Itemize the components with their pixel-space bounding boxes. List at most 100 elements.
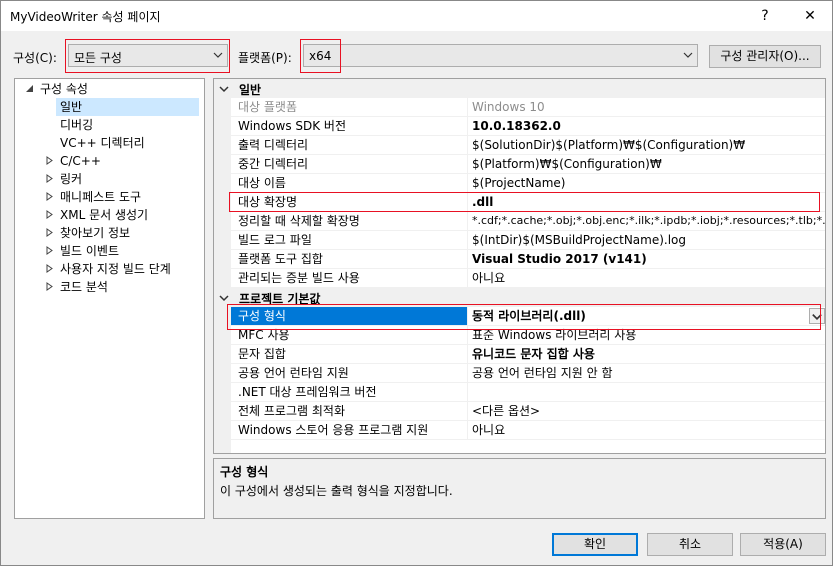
property-name: Windows SDK 버전 — [231, 117, 468, 135]
property-value: 동적 라이브러리(.dll) — [472, 309, 586, 323]
property-pages-dialog: MyVideoWriter 속성 페이지 ? ✕ 구성(C): 모든 구성 플랫… — [0, 0, 833, 566]
description-title: 구성 형식 — [220, 465, 269, 479]
tree-item-xml-doc-generator[interactable]: XML 문서 생성기 — [42, 206, 197, 224]
tree-item-label: 디버깅 — [60, 118, 94, 132]
tree-item-label: 일반 — [60, 100, 83, 114]
property-name: Windows 스토어 응용 프로그램 지원 — [231, 421, 468, 439]
chevron-down-icon — [213, 52, 223, 58]
grid-gutter — [214, 79, 231, 453]
tree-item-code-analysis[interactable]: 코드 분석 — [42, 278, 197, 296]
property-name: 플랫폼 도구 집합 — [231, 250, 468, 268]
property-name: 정리할 때 삭제할 확장명 — [231, 212, 468, 230]
category-title: 프로젝트 기본값 — [239, 292, 321, 306]
property-value: $(Platform)₩$(Configuration)₩ — [472, 157, 662, 171]
tree-item-build-events[interactable]: 빌드 이벤트 — [42, 242, 197, 260]
property-value: 아니요 — [472, 271, 506, 285]
chevron-down-icon[interactable] — [219, 293, 229, 303]
apply-button[interactable]: 적용(A) — [740, 533, 826, 556]
property-value: 10.0.18362.0 — [472, 119, 561, 133]
chevron-down-icon — [683, 52, 693, 58]
property-value: 표준 Windows 라이브러리 사용 — [472, 328, 637, 342]
tree-item-label: 링커 — [60, 172, 83, 186]
dropdown-button[interactable] — [809, 308, 825, 324]
property-row-target-extension[interactable]: 대상 확장명 .dll — [231, 193, 825, 212]
property-row[interactable]: 대상 플랫폼 Windows 10 — [231, 98, 825, 117]
property-value: Windows 10 — [472, 100, 545, 114]
property-row[interactable]: 플랫폼 도구 집합 Visual Studio 2017 (v141) — [231, 250, 825, 269]
property-value — [469, 383, 825, 401]
property-value: $(SolutionDir)$(Platform)₩$(Configuratio… — [472, 138, 746, 152]
property-name: 공용 언어 런타임 지원 — [231, 364, 468, 382]
title-bar: MyVideoWriter 속성 페이지 ? ✕ — [1, 1, 832, 31]
tree-item-root[interactable]: 구성 속성 — [15, 80, 204, 98]
property-row[interactable]: 중간 디렉터리 $(Platform)₩$(Configuration)₩ — [231, 155, 825, 174]
collapsed-triangle-icon[interactable] — [45, 156, 54, 165]
property-name: 구성 형식 — [231, 307, 468, 325]
collapsed-triangle-icon[interactable] — [45, 192, 54, 201]
tree-item-label: 매니페스트 도구 — [60, 190, 142, 204]
property-row[interactable]: Windows 스토어 응용 프로그램 지원 아니요 — [231, 421, 825, 440]
chevron-down-icon[interactable] — [219, 84, 229, 94]
tree-item-label: 코드 분석 — [60, 280, 108, 294]
property-value: 유니코드 문자 집합 사용 — [472, 347, 595, 361]
property-value: $(IntDir)$(MSBuildProjectName).log — [472, 233, 687, 247]
platform-select[interactable]: x64 — [303, 44, 698, 67]
collapsed-triangle-icon[interactable] — [45, 282, 54, 291]
platform-select-value: x64 — [309, 49, 332, 63]
property-value: $(ProjectName) — [472, 176, 566, 190]
tree-item-label: 사용자 지정 빌드 단계 — [60, 262, 171, 276]
config-select[interactable]: 모든 구성 — [68, 44, 228, 67]
property-row[interactable]: 출력 디렉터리 $(SolutionDir)$(Platform)₩$(Conf… — [231, 136, 825, 155]
property-name: 대상 확장명 — [231, 193, 468, 211]
tree-item-manifest-tool[interactable]: 매니페스트 도구 — [42, 188, 197, 206]
property-name: 출력 디렉터리 — [231, 136, 468, 154]
property-row[interactable]: 정리할 때 삭제할 확장명 *.cdf;*.cache;*.obj;*.obj.… — [231, 212, 825, 231]
config-label: 구성(C): — [13, 51, 57, 65]
collapsed-triangle-icon[interactable] — [45, 174, 54, 183]
property-value: 공용 언어 런타임 지원 안 함 — [472, 366, 613, 380]
property-name: MFC 사용 — [231, 326, 468, 344]
ok-button[interactable]: 확인 — [552, 533, 638, 556]
description-pane: 구성 형식 이 구성에서 생성되는 출력 형식을 지정합니다. — [213, 458, 826, 519]
collapsed-triangle-icon[interactable] — [45, 228, 54, 237]
property-row[interactable]: 문자 집합 유니코드 문자 집합 사용 — [231, 345, 825, 364]
property-name: 문자 집합 — [231, 345, 468, 363]
category-project-defaults[interactable]: 프로젝트 기본값 — [214, 288, 825, 307]
property-row[interactable]: 전체 프로그램 최적화 <다른 옵션> — [231, 402, 825, 421]
cancel-button[interactable]: 취소 — [647, 533, 733, 556]
property-row[interactable]: 빌드 로그 파일 $(IntDir)$(MSBuildProjectName).… — [231, 231, 825, 250]
category-general[interactable]: 일반 — [214, 79, 825, 98]
tree-item-c-cpp[interactable]: C/C++ — [42, 152, 197, 170]
tree-item-label: XML 문서 생성기 — [60, 208, 149, 222]
tree-item-label: 빌드 이벤트 — [60, 244, 120, 258]
help-button[interactable]: ? — [743, 1, 787, 31]
tree-item-browse-info[interactable]: 찾아보기 정보 — [42, 224, 197, 242]
property-row[interactable]: 공용 언어 런타임 지원 공용 언어 런타임 지원 안 함 — [231, 364, 825, 383]
category-title: 일반 — [239, 83, 262, 97]
property-name: 빌드 로그 파일 — [231, 231, 468, 249]
property-value: <다른 옵션> — [472, 404, 541, 418]
tree-item-general[interactable]: 일반 — [56, 98, 199, 116]
property-row[interactable]: 대상 이름 $(ProjectName) — [231, 174, 825, 193]
property-name: .NET 대상 프레임워크 버전 — [231, 383, 468, 401]
collapsed-triangle-icon[interactable] — [45, 210, 54, 219]
config-select-value: 모든 구성 — [74, 51, 122, 65]
expanded-triangle-icon[interactable] — [25, 84, 34, 93]
tree-item-vc-directories[interactable]: VC++ 디렉터리 — [56, 134, 196, 152]
tree-item-custom-build-step[interactable]: 사용자 지정 빌드 단계 — [42, 260, 202, 278]
property-row-configuration-type[interactable]: 구성 형식 동적 라이브러리(.dll) — [231, 307, 825, 326]
category-tree: 구성 속성 일반 디버깅 VC++ 디렉터리 C/C++ 링커 매니페스트 도구… — [14, 78, 205, 519]
collapsed-triangle-icon[interactable] — [45, 264, 54, 273]
close-button[interactable]: ✕ — [788, 1, 832, 31]
property-row[interactable]: MFC 사용 표준 Windows 라이브러리 사용 — [231, 326, 825, 345]
property-row[interactable]: .NET 대상 프레임워크 버전 — [231, 383, 825, 402]
tree-item-linker[interactable]: 링커 — [42, 170, 197, 188]
property-row[interactable]: 관리되는 증분 빌드 사용 아니요 — [231, 269, 825, 288]
config-manager-button[interactable]: 구성 관리자(O)... — [709, 45, 821, 68]
collapsed-triangle-icon[interactable] — [45, 246, 54, 255]
platform-label: 플랫폼(P): — [238, 51, 292, 65]
tree-item-label: C/C++ — [60, 154, 101, 168]
property-row[interactable]: Windows SDK 버전 10.0.18362.0 — [231, 117, 825, 136]
property-value: 아니요 — [472, 423, 506, 437]
property-value: Visual Studio 2017 (v141) — [472, 252, 647, 266]
